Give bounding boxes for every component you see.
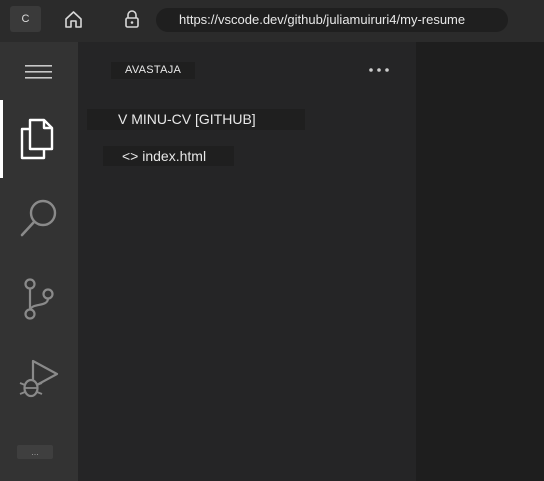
explorer-panel: AVASTAJA V MINU-CV [GITHUB] <> index.htm… <box>78 42 416 481</box>
editor-area[interactable] <box>416 42 544 481</box>
home-icon[interactable] <box>64 10 83 29</box>
run-debug-icon <box>19 359 59 398</box>
activity-item-source-control[interactable] <box>0 260 78 338</box>
tab-favicon[interactable]: C <box>10 6 41 32</box>
activity-item-explorer[interactable] <box>0 100 78 178</box>
activity-item-run-debug[interactable] <box>0 340 78 418</box>
activity-bar: ... <box>0 42 78 481</box>
accounts-icon[interactable]: ... <box>17 445 53 459</box>
more-actions-icon[interactable] <box>366 62 392 78</box>
file-item-index-html[interactable]: <> index.html <box>103 146 234 166</box>
browser-toolbar: C https://vscode.dev/github/juliamuiruri… <box>0 0 544 42</box>
url-text[interactable]: https://vscode.dev/github/juliamuiruri4/… <box>179 12 465 27</box>
workspace-folder[interactable]: V MINU-CV [GITHUB] <box>87 109 305 130</box>
source-control-icon <box>24 278 54 320</box>
explorer-title: AVASTAJA <box>111 62 195 79</box>
menu-icon[interactable] <box>25 64 52 80</box>
lock-icon[interactable] <box>124 10 140 29</box>
search-icon <box>20 199 57 237</box>
activity-item-search[interactable] <box>0 180 78 258</box>
files-icon <box>20 118 54 160</box>
